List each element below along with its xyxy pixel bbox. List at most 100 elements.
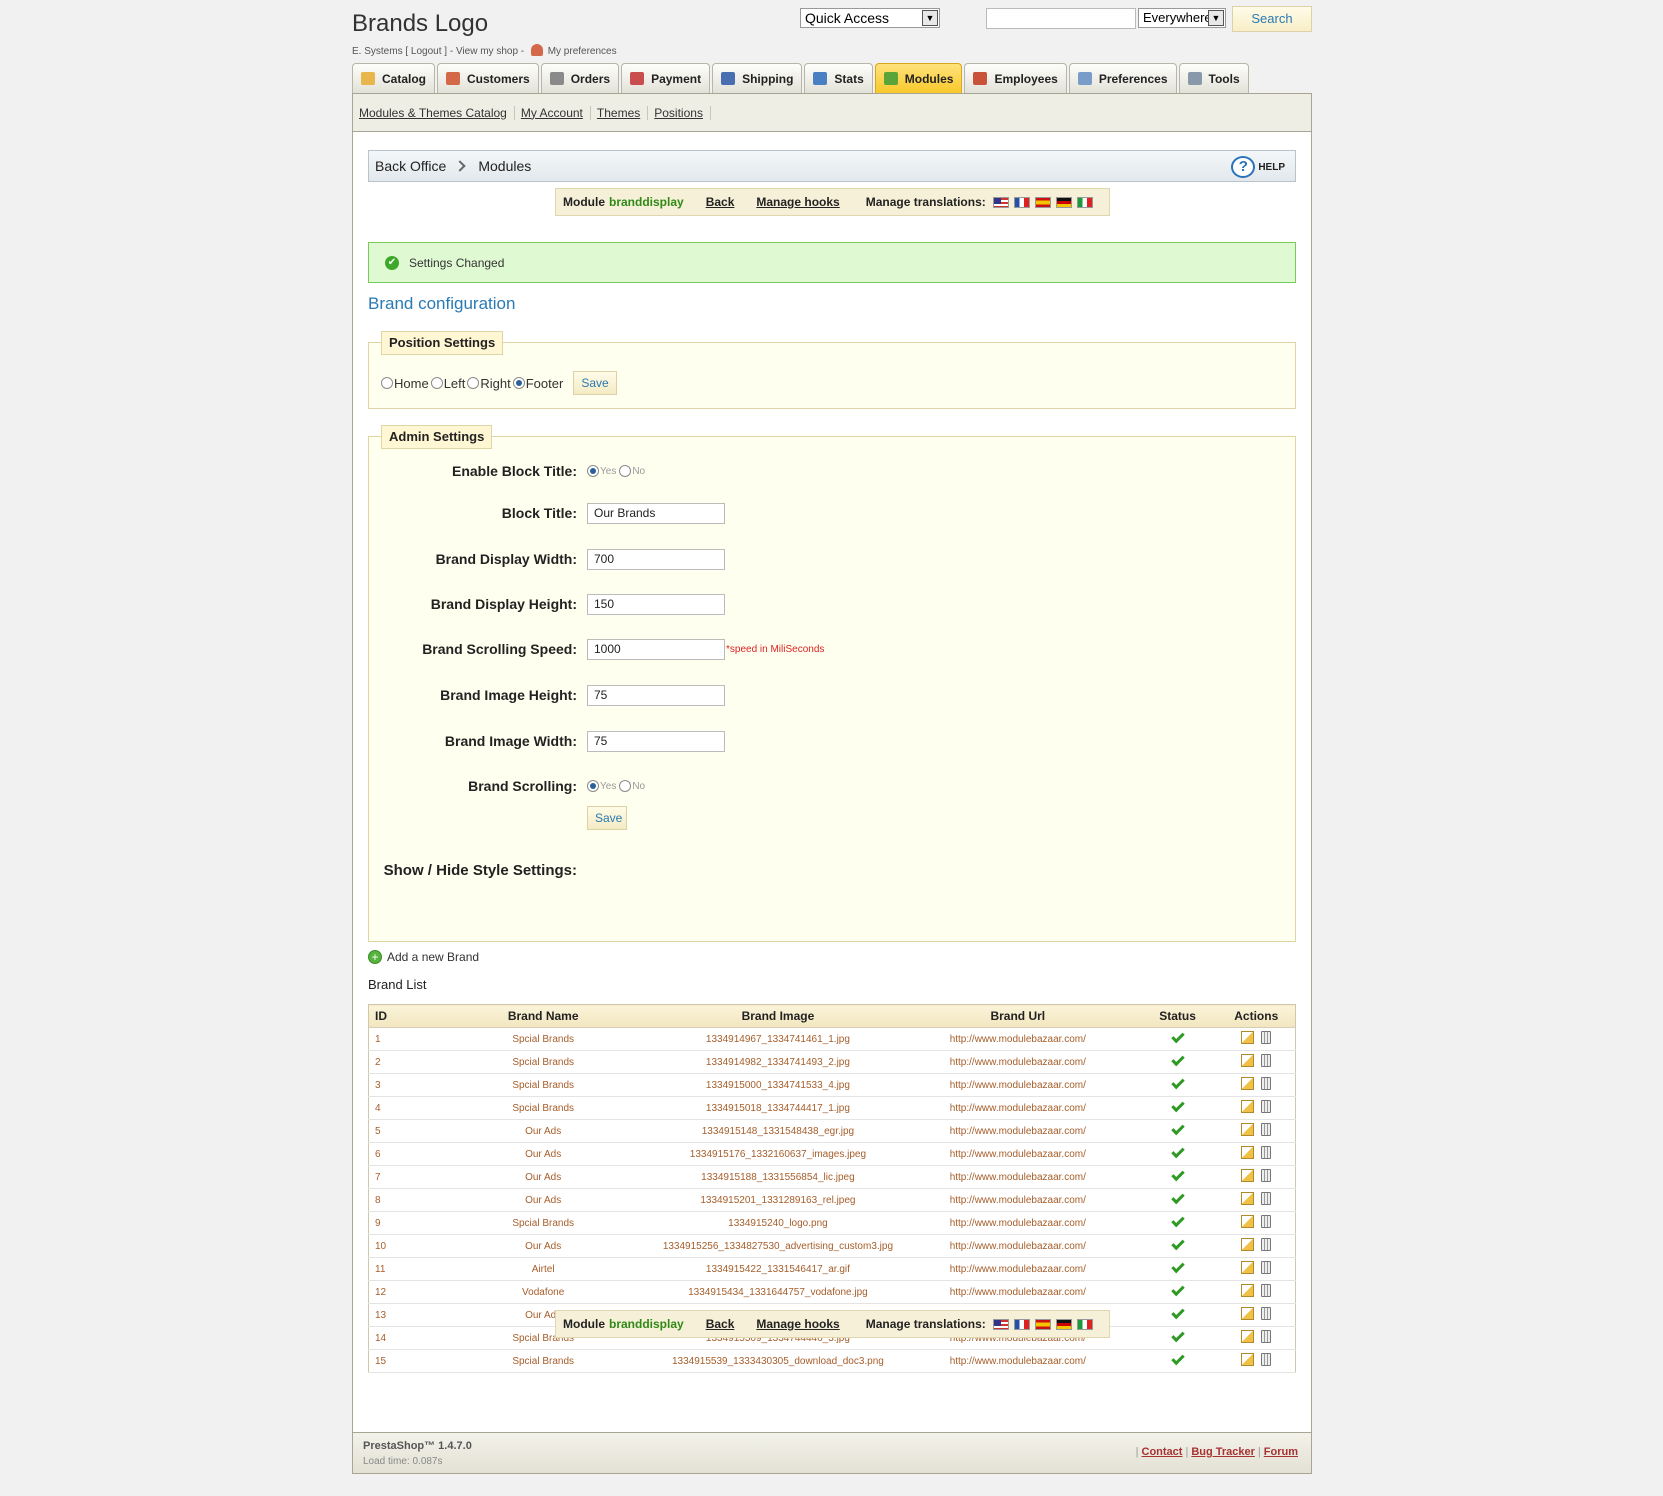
view-shop-link[interactable]: ] - View my shop - <box>444 46 524 57</box>
check-icon[interactable] <box>1170 1213 1185 1227</box>
enable-block-title-no-radio[interactable] <box>619 465 632 477</box>
subtab-0[interactable]: Modules & Themes Catalog <box>359 105 515 120</box>
delete-icon[interactable] <box>1261 1192 1272 1205</box>
delete-icon[interactable] <box>1261 1330 1272 1343</box>
admin-save-button[interactable]: Save <box>587 806 627 830</box>
edit-icon[interactable] <box>1241 1215 1255 1228</box>
delete-icon[interactable] <box>1261 1307 1272 1320</box>
flag-en-icon[interactable] <box>992 1318 1009 1330</box>
edit-icon[interactable] <box>1241 1031 1255 1044</box>
column-header[interactable]: ID <box>368 1004 429 1028</box>
flag-en-icon[interactable] <box>992 196 1009 208</box>
tab-modules[interactable]: Modules <box>874 63 963 93</box>
flag-de-icon[interactable] <box>1055 1318 1072 1330</box>
preferences-link[interactable]: My preferences <box>548 46 617 57</box>
style-settings-toggle[interactable]: Show / Hide Style Settings: <box>369 862 587 879</box>
footer-link-bug-tracker[interactable]: Bug Tracker <box>1191 1446 1255 1458</box>
enable-block-title-yes-radio[interactable] <box>587 465 599 477</box>
edit-icon[interactable] <box>1241 1307 1255 1320</box>
search-input[interactable] <box>986 8 1136 29</box>
edit-icon[interactable] <box>1241 1077 1255 1090</box>
position-save-button[interactable]: Save <box>573 371 617 395</box>
block-title-input[interactable] <box>587 502 725 524</box>
manage-hooks-link[interactable]: Manage hooks <box>756 195 839 209</box>
edit-icon[interactable] <box>1241 1353 1255 1366</box>
delete-icon[interactable] <box>1261 1261 1272 1274</box>
display-height-input[interactable] <box>587 593 725 615</box>
delete-icon[interactable] <box>1261 1123 1272 1136</box>
image-width-input[interactable] <box>587 730 725 752</box>
edit-icon[interactable] <box>1241 1330 1255 1343</box>
edit-icon[interactable] <box>1241 1123 1255 1136</box>
image-height-input[interactable] <box>587 684 725 706</box>
back-link[interactable]: Back <box>706 195 735 209</box>
scroll-speed-input[interactable] <box>587 638 725 660</box>
edit-icon[interactable] <box>1241 1238 1255 1251</box>
breadcrumb-root[interactable]: Back Office <box>375 158 446 174</box>
tab-tools[interactable]: Tools <box>1178 63 1249 93</box>
manage-hooks-link[interactable]: Manage hooks <box>756 1317 839 1331</box>
column-header[interactable]: Actions <box>1217 1004 1296 1028</box>
flag-es-icon[interactable] <box>1034 1318 1051 1330</box>
column-header[interactable]: Status <box>1137 1004 1218 1028</box>
tab-orders[interactable]: Orders <box>540 63 620 93</box>
delete-icon[interactable] <box>1261 1054 1272 1067</box>
tab-stats[interactable]: Stats <box>804 63 873 93</box>
position-home-radio[interactable] <box>381 377 393 389</box>
delete-icon[interactable] <box>1261 1169 1272 1182</box>
edit-icon[interactable] <box>1241 1169 1255 1182</box>
position-footer-radio[interactable] <box>512 377 525 389</box>
edit-icon[interactable] <box>1241 1192 1255 1205</box>
check-icon[interactable] <box>1170 1190 1185 1204</box>
flag-fr-icon[interactable] <box>1013 1318 1030 1330</box>
flag-it-icon[interactable] <box>1076 1318 1093 1330</box>
check-icon[interactable] <box>1170 1305 1185 1319</box>
tab-payment[interactable]: Payment <box>621 63 711 93</box>
display-width-input[interactable] <box>587 548 725 570</box>
brand-scrolling-yes-radio[interactable] <box>587 780 599 792</box>
delete-icon[interactable] <box>1261 1100 1272 1113</box>
edit-icon[interactable] <box>1241 1284 1255 1297</box>
check-icon[interactable] <box>1170 1052 1185 1066</box>
position-left-radio[interactable] <box>430 377 443 389</box>
tab-catalog[interactable]: Catalog <box>352 63 436 93</box>
check-icon[interactable] <box>1170 1167 1185 1181</box>
subtab-3[interactable]: Positions <box>654 105 711 120</box>
delete-icon[interactable] <box>1261 1238 1272 1251</box>
flag-de-icon[interactable] <box>1055 196 1072 208</box>
quick-access-select[interactable]: Quick Access ▼ <box>800 8 940 28</box>
check-icon[interactable] <box>1170 1075 1185 1089</box>
delete-icon[interactable] <box>1261 1353 1272 1366</box>
delete-icon[interactable] <box>1261 1146 1272 1159</box>
position-right-radio[interactable] <box>467 377 480 389</box>
check-icon[interactable] <box>1170 1121 1185 1135</box>
delete-icon[interactable] <box>1261 1077 1272 1090</box>
footer-link-forum[interactable]: Forum <box>1264 1446 1298 1458</box>
flag-es-icon[interactable] <box>1034 196 1051 208</box>
check-icon[interactable] <box>1170 1098 1185 1112</box>
tab-preferences[interactable]: Preferences <box>1068 63 1177 93</box>
check-icon[interactable] <box>1170 1351 1185 1365</box>
tab-customers[interactable]: Customers <box>437 63 539 93</box>
check-icon[interactable] <box>1170 1236 1185 1250</box>
edit-icon[interactable] <box>1241 1054 1255 1067</box>
edit-icon[interactable] <box>1241 1261 1255 1274</box>
column-header[interactable]: Brand Url <box>897 1004 1138 1028</box>
footer-link-contact[interactable]: Contact <box>1142 1446 1183 1458</box>
check-icon[interactable] <box>1170 1282 1185 1296</box>
delete-icon[interactable] <box>1261 1031 1272 1044</box>
help-button[interactable]: ? HELP <box>1231 156 1285 178</box>
delete-icon[interactable] <box>1261 1215 1272 1228</box>
check-icon[interactable] <box>1170 1328 1185 1342</box>
delete-icon[interactable] <box>1261 1284 1272 1297</box>
flag-fr-icon[interactable] <box>1013 196 1030 208</box>
add-brand-link[interactable]: + Add a new Brand <box>368 950 479 964</box>
tab-employees[interactable]: Employees <box>964 63 1067 93</box>
flag-it-icon[interactable] <box>1076 196 1093 208</box>
column-header[interactable]: Brand Name <box>428 1004 658 1028</box>
search-button[interactable]: Search <box>1232 6 1312 32</box>
check-icon[interactable] <box>1170 1259 1185 1273</box>
search-scope-select[interactable]: Everywhere ▼ <box>1138 8 1226 28</box>
check-icon[interactable] <box>1170 1029 1185 1043</box>
edit-icon[interactable] <box>1241 1100 1255 1113</box>
